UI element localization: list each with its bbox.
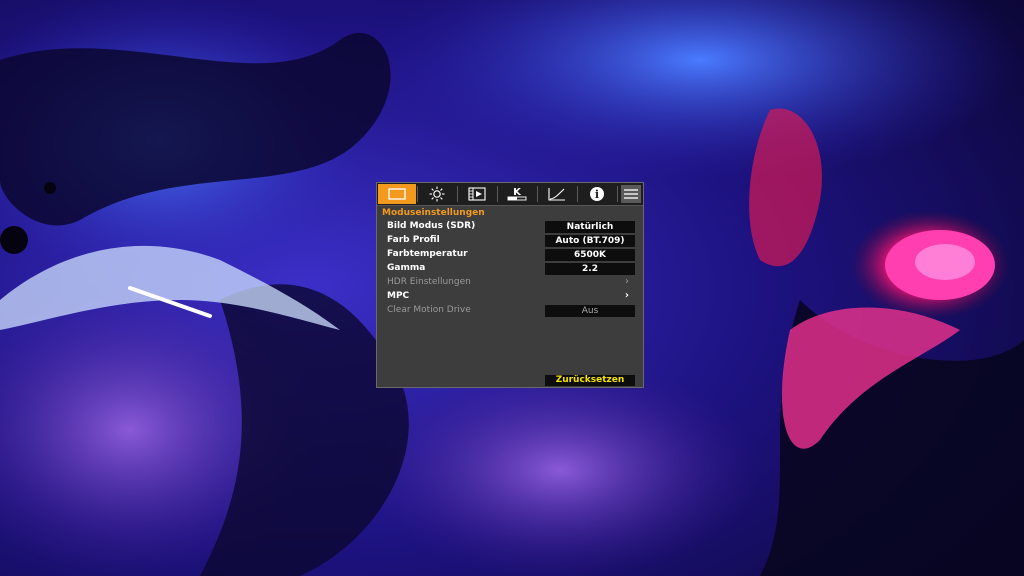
gamma-value[interactable]: 2.2: [545, 263, 635, 275]
row-hdr-settings: HDR Einstellungen ›: [387, 276, 635, 289]
brightness-icon: [429, 186, 445, 202]
image-adjust-icon: [468, 187, 486, 201]
osd-menu-panel: K i Moduseinstellungen Bild Modus (SDR) …: [376, 182, 644, 388]
menu-tab-bar: K i: [377, 183, 643, 206]
tab-image-adjust[interactable]: [458, 184, 496, 204]
reset-button[interactable]: Zurücksetzen: [545, 375, 635, 386]
info-label: i: [595, 188, 599, 201]
info-icon: i: [589, 186, 605, 202]
tab-picture-mode[interactable]: [378, 184, 416, 204]
color-temperature-value[interactable]: 6500K: [545, 249, 635, 261]
row-clear-motion-drive: Clear Motion Drive Aus: [387, 305, 635, 317]
chevron-right-icon: ›: [624, 290, 629, 301]
picture-mode-value[interactable]: Natürlich: [545, 221, 635, 233]
color-profile-value[interactable]: Auto (BT.709): [545, 235, 635, 247]
tab-brightness[interactable]: [418, 184, 456, 204]
row-color-temperature[interactable]: Farbtemperatur 6500K: [387, 249, 635, 261]
tab-gamma[interactable]: [538, 184, 576, 204]
menu-icon: [624, 189, 638, 199]
tab-menu[interactable]: [621, 185, 641, 203]
row-mpc[interactable]: MPC ›: [387, 290, 635, 303]
row-picture-mode[interactable]: Bild Modus (SDR) Natürlich: [387, 221, 635, 233]
row-label: Clear Motion Drive: [387, 305, 471, 315]
gamma-curve-icon: [548, 187, 566, 201]
row-color-profile[interactable]: Farb Profil Auto (BT.709): [387, 235, 635, 247]
tab-color-temperature[interactable]: K: [498, 184, 536, 204]
row-label: MPC: [387, 291, 410, 301]
color-temperature-label: K: [513, 187, 522, 198]
row-label: Gamma: [387, 263, 426, 273]
picture-mode-icon: [388, 188, 406, 200]
tab-info[interactable]: i: [578, 184, 616, 204]
row-label: Farb Profil: [387, 235, 440, 245]
row-label: HDR Einstellungen: [387, 277, 471, 287]
clear-motion-drive-value: Aus: [545, 305, 635, 317]
row-label: Farbtemperatur: [387, 249, 468, 259]
chevron-right-icon: ›: [625, 276, 629, 287]
color-temperature-icon: K: [507, 186, 527, 202]
row-label: Bild Modus (SDR): [387, 221, 476, 231]
section-title: Moduseinstellungen: [382, 208, 485, 218]
row-gamma[interactable]: Gamma 2.2: [387, 263, 635, 275]
